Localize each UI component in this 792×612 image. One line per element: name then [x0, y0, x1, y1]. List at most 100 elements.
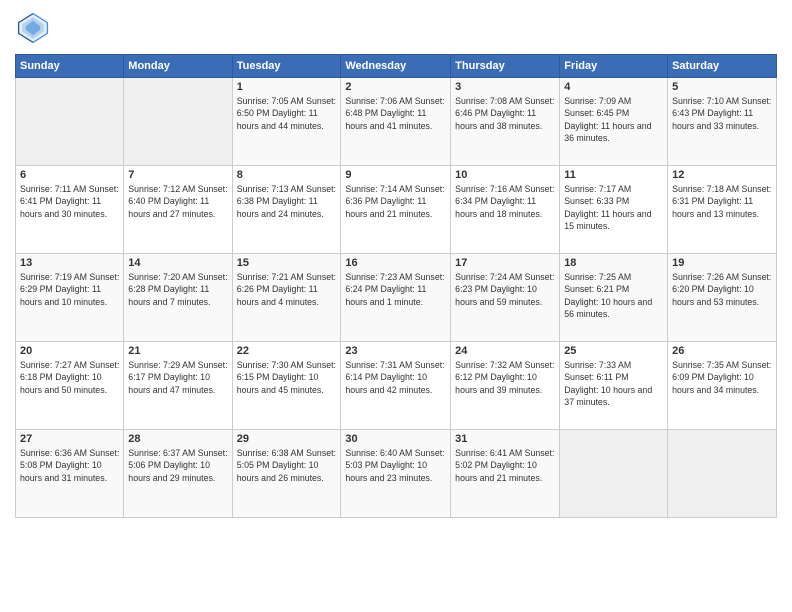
day-number: 28 [128, 433, 227, 445]
day-info: Sunrise: 7:21 AM Sunset: 6:26 PM Dayligh… [237, 271, 337, 308]
day-number: 27 [20, 433, 119, 445]
day-number: 23 [345, 345, 446, 357]
day-cell: 12 Sunrise: 7:18 AM Sunset: 6:31 PM Dayli… [668, 166, 777, 254]
day-cell: 9 Sunrise: 7:14 AM Sunset: 6:36 PM Daylig… [341, 166, 451, 254]
day-info: Sunrise: 6:41 AM Sunset: 5:02 PM Dayligh… [455, 447, 555, 484]
day-number: 19 [672, 257, 772, 269]
day-cell [560, 430, 668, 518]
day-cell: 19 Sunrise: 7:26 AM Sunset: 6:20 PM Dayli… [668, 254, 777, 342]
week-row-3: 20 Sunrise: 7:27 AM Sunset: 6:18 PM Dayli… [16, 342, 777, 430]
day-number: 2 [345, 81, 446, 93]
day-cell: 25 Sunrise: 7:33 AM Sunset: 6:11 PM Dayli… [560, 342, 668, 430]
day-cell [16, 78, 124, 166]
day-number: 26 [672, 345, 772, 357]
day-cell: 14 Sunrise: 7:20 AM Sunset: 6:28 PM Dayli… [124, 254, 232, 342]
day-info: Sunrise: 7:09 AM Sunset: 6:45 PM Dayligh… [564, 95, 663, 144]
day-cell: 11 Sunrise: 7:17 AM Sunset: 6:33 PM Dayli… [560, 166, 668, 254]
day-cell: 8Sunrise: 7:13 AM Sunset: 6:38 PM Daylig… [232, 166, 341, 254]
day-number: 20 [20, 345, 119, 357]
header [15, 10, 777, 46]
day-number: 18 [564, 257, 663, 269]
day-number: 1 [237, 81, 337, 93]
page: Sunday Monday Tuesday Wednesday Thursday… [0, 0, 792, 612]
day-cell: 13Sunrise: 7:19 AM Sunset: 6:29 PM Dayli… [16, 254, 124, 342]
day-number: 22 [237, 345, 337, 357]
day-cell: 5Sunrise: 7:10 AM Sunset: 6:43 PM Daylig… [668, 78, 777, 166]
day-number: 25 [564, 345, 663, 357]
day-info: Sunrise: 7:23 AM Sunset: 6:24 PM Dayligh… [345, 271, 446, 308]
week-row-4: 27Sunrise: 6:36 AM Sunset: 5:08 PM Dayli… [16, 430, 777, 518]
day-cell: 28 Sunrise: 6:37 AM Sunset: 5:06 PM Dayli… [124, 430, 232, 518]
day-cell: 20 Sunrise: 7:27 AM Sunset: 6:18 PM Dayli… [16, 342, 124, 430]
weekday-sunday: Sunday [16, 55, 124, 78]
weekday-monday: Monday [124, 55, 232, 78]
day-info: Sunrise: 7:33 AM Sunset: 6:11 PM Dayligh… [564, 359, 663, 408]
day-info: Sunrise: 7:27 AM Sunset: 6:18 PM Dayligh… [20, 359, 119, 396]
day-cell: 29 Sunrise: 6:38 AM Sunset: 5:05 PM Dayli… [232, 430, 341, 518]
day-info: Sunrise: 7:08 AM Sunset: 6:46 PM Dayligh… [455, 95, 555, 132]
week-row-0: 1 Sunrise: 7:05 AM Sunset: 6:50 PM Daylig… [16, 78, 777, 166]
day-cell: 17 Sunrise: 7:24 AM Sunset: 6:23 PM Dayli… [451, 254, 560, 342]
day-cell: 30Sunrise: 6:40 AM Sunset: 5:03 PM Dayli… [341, 430, 451, 518]
week-row-1: 6Sunrise: 7:11 AM Sunset: 6:41 PM Daylig… [16, 166, 777, 254]
weekday-friday: Friday [560, 55, 668, 78]
day-number: 11 [564, 169, 663, 181]
day-number: 15 [237, 257, 337, 269]
day-number: 31 [455, 433, 555, 445]
day-info: Sunrise: 7:17 AM Sunset: 6:33 PM Dayligh… [564, 183, 663, 232]
day-info: Sunrise: 7:18 AM Sunset: 6:31 PM Dayligh… [672, 183, 772, 220]
day-info: Sunrise: 6:38 AM Sunset: 5:05 PM Dayligh… [237, 447, 337, 484]
day-cell: 24 Sunrise: 7:32 AM Sunset: 6:12 PM Dayli… [451, 342, 560, 430]
calendar: Sunday Monday Tuesday Wednesday Thursday… [15, 54, 777, 518]
day-info: Sunrise: 7:16 AM Sunset: 6:34 PM Dayligh… [455, 183, 555, 220]
day-cell [668, 430, 777, 518]
day-info: Sunrise: 7:20 AM Sunset: 6:28 PM Dayligh… [128, 271, 227, 308]
day-number: 12 [672, 169, 772, 181]
day-cell: 4 Sunrise: 7:09 AM Sunset: 6:45 PM Daylig… [560, 78, 668, 166]
weekday-saturday: Saturday [668, 55, 777, 78]
day-cell: 2 Sunrise: 7:06 AM Sunset: 6:48 PM Daylig… [341, 78, 451, 166]
day-cell: 18Sunrise: 7:25 AM Sunset: 6:21 PM Dayli… [560, 254, 668, 342]
day-info: Sunrise: 7:32 AM Sunset: 6:12 PM Dayligh… [455, 359, 555, 396]
day-number: 16 [345, 257, 446, 269]
day-info: Sunrise: 7:14 AM Sunset: 6:36 PM Dayligh… [345, 183, 446, 220]
day-cell: 21 Sunrise: 7:29 AM Sunset: 6:17 PM Dayli… [124, 342, 232, 430]
logo-icon [15, 10, 51, 46]
day-number: 21 [128, 345, 227, 357]
day-number: 4 [564, 81, 663, 93]
week-row-2: 13Sunrise: 7:19 AM Sunset: 6:29 PM Dayli… [16, 254, 777, 342]
day-number: 14 [128, 257, 227, 269]
logo [15, 10, 55, 46]
day-info: Sunrise: 7:29 AM Sunset: 6:17 PM Dayligh… [128, 359, 227, 396]
day-info: Sunrise: 7:19 AM Sunset: 6:29 PM Dayligh… [20, 271, 119, 308]
day-cell: 1 Sunrise: 7:05 AM Sunset: 6:50 PM Daylig… [232, 78, 341, 166]
weekday-thursday: Thursday [451, 55, 560, 78]
day-info: Sunrise: 7:05 AM Sunset: 6:50 PM Dayligh… [237, 95, 337, 132]
day-number: 24 [455, 345, 555, 357]
day-info: Sunrise: 7:26 AM Sunset: 6:20 PM Dayligh… [672, 271, 772, 308]
day-cell: 6Sunrise: 7:11 AM Sunset: 6:41 PM Daylig… [16, 166, 124, 254]
day-info: Sunrise: 6:40 AM Sunset: 5:03 PM Dayligh… [345, 447, 446, 484]
day-info: Sunrise: 7:35 AM Sunset: 6:09 PM Dayligh… [672, 359, 772, 396]
day-number: 9 [345, 169, 446, 181]
day-number: 17 [455, 257, 555, 269]
calendar-body: 1 Sunrise: 7:05 AM Sunset: 6:50 PM Daylig… [16, 78, 777, 518]
day-cell: 3Sunrise: 7:08 AM Sunset: 6:46 PM Daylig… [451, 78, 560, 166]
day-number: 29 [237, 433, 337, 445]
day-cell: 7 Sunrise: 7:12 AM Sunset: 6:40 PM Daylig… [124, 166, 232, 254]
day-info: Sunrise: 7:24 AM Sunset: 6:23 PM Dayligh… [455, 271, 555, 308]
day-cell: 26 Sunrise: 7:35 AM Sunset: 6:09 PM Dayli… [668, 342, 777, 430]
day-info: Sunrise: 7:31 AM Sunset: 6:14 PM Dayligh… [345, 359, 446, 396]
weekday-wednesday: Wednesday [341, 55, 451, 78]
day-info: Sunrise: 7:12 AM Sunset: 6:40 PM Dayligh… [128, 183, 227, 220]
day-info: Sunrise: 6:37 AM Sunset: 5:06 PM Dayligh… [128, 447, 227, 484]
day-number: 7 [128, 169, 227, 181]
day-cell: 22Sunrise: 7:30 AM Sunset: 6:15 PM Dayli… [232, 342, 341, 430]
day-number: 6 [20, 169, 119, 181]
day-number: 5 [672, 81, 772, 93]
weekday-row: Sunday Monday Tuesday Wednesday Thursday… [16, 55, 777, 78]
day-cell: 15 Sunrise: 7:21 AM Sunset: 6:26 PM Dayli… [232, 254, 341, 342]
day-number: 10 [455, 169, 555, 181]
day-info: Sunrise: 7:06 AM Sunset: 6:48 PM Dayligh… [345, 95, 446, 132]
calendar-header: Sunday Monday Tuesday Wednesday Thursday… [16, 55, 777, 78]
